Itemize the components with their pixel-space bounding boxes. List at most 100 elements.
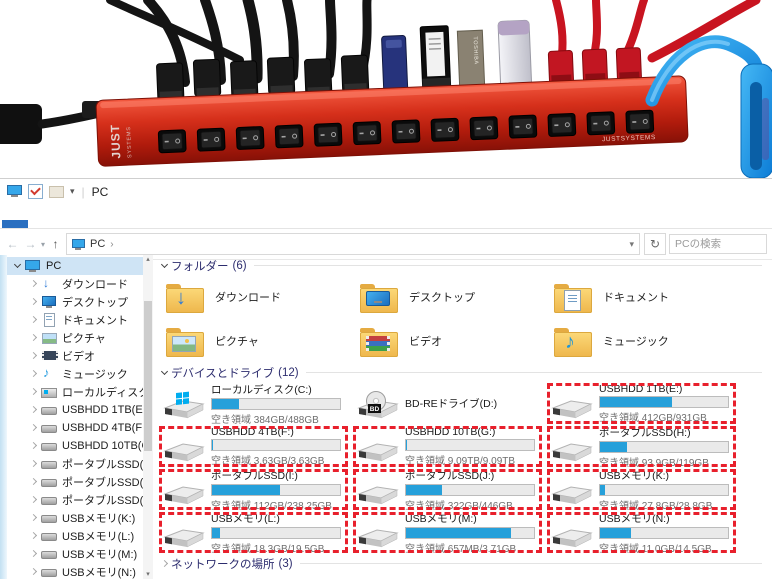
drive-tile[interactable]: ポータブルSSD(J:) 空き領域 322GB/446GB bbox=[353, 468, 547, 512]
recent-locations-caret-icon[interactable]: ▾ bbox=[41, 240, 45, 249]
drive-tile[interactable]: USBメモリ(N:) 空き領域 11.0GB/14.5GB bbox=[547, 511, 741, 555]
capacity-bar bbox=[405, 439, 535, 451]
drive-tile[interactable]: USBメモリ(M:) 空き領域 657MB/3.71GB bbox=[353, 511, 547, 555]
address-dropdown-icon[interactable]: ▾ bbox=[629, 239, 634, 250]
ribbon-tab[interactable] bbox=[2, 220, 28, 228]
drive-info: USBメモリ(M:) 空き領域 657MB/3.71GB bbox=[405, 511, 535, 555]
drive-icon bbox=[551, 442, 593, 461]
drive-tile[interactable]: BD BD-REドライブ(D:) bbox=[353, 382, 547, 425]
music-icon bbox=[41, 366, 57, 381]
sidebar-scrollbar[interactable]: ▴ ▾ bbox=[143, 255, 153, 579]
folder-tile[interactable]: ピクチャ bbox=[159, 319, 353, 363]
sidebar-item[interactable]: USBHDD 10TB(G:) bbox=[7, 437, 153, 455]
sidebar-item[interactable]: ローカルディスク(C:) bbox=[7, 383, 153, 401]
chevron-icon[interactable] bbox=[28, 386, 40, 398]
drive-name: ポータブルSSD(H:) bbox=[599, 426, 691, 439]
chevron-icon[interactable] bbox=[28, 350, 40, 362]
items-pane: フォルダー (6) ダウンロード bbox=[153, 255, 772, 579]
sidebar-item[interactable]: ミュージック bbox=[7, 365, 153, 383]
up-icon[interactable]: ↑ bbox=[48, 237, 63, 251]
group-rule bbox=[299, 563, 762, 564]
chevron-icon[interactable] bbox=[28, 548, 40, 560]
sidebar-item[interactable]: ドキュメント bbox=[7, 311, 153, 329]
sidebar-item[interactable]: USBメモリ(L:) bbox=[7, 527, 153, 545]
folder-tile[interactable]: デスクトップ bbox=[353, 275, 547, 319]
drive-tile[interactable]: USBHDD 4TB(F:) 空き領域 3.63GB/3.63GB bbox=[159, 425, 353, 468]
chevron-icon[interactable] bbox=[28, 476, 40, 488]
chevron-icon[interactable] bbox=[28, 278, 40, 290]
drive-tile[interactable]: ポータブルSSD(I:) 空き領域 112GB/238.25GB bbox=[159, 468, 353, 512]
sidebar-item[interactable]: PC bbox=[7, 257, 153, 275]
sidebar-item[interactable]: USBメモリ(N:) bbox=[7, 563, 153, 579]
chevron-icon[interactable] bbox=[28, 458, 40, 470]
sidebar-item[interactable]: ポータブルSSD(H:) bbox=[7, 455, 153, 473]
back-icon[interactable]: ← bbox=[5, 237, 20, 251]
drive-tile[interactable]: ポータブルSSD(H:) 空き領域 93.9GB/119GB bbox=[547, 425, 741, 469]
sidebar-item[interactable]: USBメモリ(K:) bbox=[7, 509, 153, 527]
chevron-icon[interactable] bbox=[159, 260, 171, 272]
drive-tile[interactable]: ローカルディスク(C:) 空き領域 384GB/488GB bbox=[159, 382, 353, 426]
drive-icon bbox=[163, 442, 205, 461]
scroll-up-icon[interactable]: ▴ bbox=[143, 255, 153, 265]
address-field[interactable]: PC › ▾ bbox=[66, 233, 640, 255]
quick-access-check-icon[interactable] bbox=[28, 184, 43, 199]
chevron-icon[interactable] bbox=[28, 404, 40, 416]
chevron-icon[interactable] bbox=[159, 367, 171, 379]
folder-tile[interactable]: ミュージック bbox=[547, 319, 741, 363]
forward-icon[interactable]: → bbox=[23, 237, 38, 251]
chevron-icon[interactable] bbox=[12, 260, 24, 272]
sidebar-item[interactable]: ビデオ bbox=[7, 347, 153, 365]
drive-tile[interactable]: USBメモリ(L:) 空き領域 18.3GB/19.5GB bbox=[159, 511, 353, 555]
capacity-bar-fill bbox=[600, 527, 631, 538]
chevron-icon[interactable] bbox=[28, 296, 40, 308]
chevron-icon[interactable] bbox=[28, 566, 40, 578]
usb-icon bbox=[41, 511, 57, 525]
chevron-icon[interactable] bbox=[159, 558, 171, 570]
drive-name: USBメモリ(M:) bbox=[405, 512, 477, 525]
folder-tile[interactable]: ドキュメント bbox=[547, 275, 741, 319]
ribbon-tab[interactable] bbox=[54, 220, 80, 228]
chevron-icon[interactable] bbox=[28, 368, 40, 380]
sidebar-item[interactable]: USBHDD 4TB(F:) bbox=[7, 419, 153, 437]
search-input[interactable] bbox=[669, 234, 767, 254]
group-header-network[interactable]: ネットワークの場所 (3) bbox=[159, 556, 762, 571]
ribbon-tab[interactable] bbox=[28, 220, 54, 228]
scroll-down-icon[interactable]: ▾ bbox=[143, 570, 153, 579]
refresh-icon[interactable]: ↻ bbox=[644, 233, 666, 255]
folder-tile[interactable]: ビデオ bbox=[353, 319, 547, 363]
sidebar-item[interactable]: デスクトップ bbox=[7, 293, 153, 311]
sidebar-item[interactable]: USBメモリ(M:) bbox=[7, 545, 153, 563]
group-header-folders[interactable]: フォルダー (6) bbox=[159, 258, 762, 273]
quick-access-folder-icon[interactable] bbox=[49, 185, 64, 198]
sidebar-item[interactable]: ダウンロード bbox=[7, 275, 153, 293]
chevron-icon[interactable] bbox=[28, 314, 40, 326]
sidebar-item[interactable]: ピクチャ bbox=[7, 329, 153, 347]
download-icon bbox=[41, 276, 57, 291]
group-rule bbox=[305, 372, 762, 373]
drive-info: ポータブルSSD(I:) 空き領域 112GB/238.25GB bbox=[211, 468, 341, 512]
breadcrumb[interactable]: PC bbox=[90, 238, 105, 250]
drive-icon bbox=[551, 528, 593, 547]
chevron-icon[interactable] bbox=[28, 440, 40, 452]
drive-info: BD-REドライブ(D:) bbox=[405, 396, 497, 411]
group-rule bbox=[253, 265, 762, 266]
scrollbar-thumb[interactable] bbox=[144, 301, 152, 451]
sidebar-item[interactable]: USBHDD 1TB(E:) bbox=[7, 401, 153, 419]
chevron-icon[interactable] bbox=[28, 332, 40, 344]
sidebar-item[interactable]: ポータブルSSD(J:) bbox=[7, 491, 153, 509]
sidebar-item-label: ポータブルSSD(J:) bbox=[62, 495, 153, 507]
chevron-icon[interactable] bbox=[28, 494, 40, 506]
group-header-devices[interactable]: デバイスとドライブ (12) bbox=[159, 365, 762, 380]
screenshot-root: TOSHIBA JUST SYSTEMS JUSTSYSTEMS ▾ | PC … bbox=[0, 0, 772, 579]
drive-tile[interactable]: USBメモリ(K:) 空き領域 27.8GB/28.8GB bbox=[547, 468, 741, 512]
chevron-icon[interactable] bbox=[28, 512, 40, 524]
quick-access-caret-icon[interactable]: ▾ bbox=[70, 186, 75, 197]
capacity-bar-fill bbox=[212, 440, 214, 450]
folder-tile[interactable]: ダウンロード bbox=[159, 275, 353, 319]
folder-label: ドキュメント bbox=[603, 292, 669, 304]
chevron-icon[interactable] bbox=[28, 530, 40, 542]
sidebar-item[interactable]: ポータブルSSD(I:) bbox=[7, 473, 153, 491]
chevron-icon[interactable] bbox=[28, 422, 40, 434]
drive-tile[interactable]: USBHDD 10TB(G:) 空き領域 9.09TB/9.09TB bbox=[353, 425, 547, 468]
drive-tile[interactable]: USBHDD 1TB(E:) 空き領域 412GB/931GB bbox=[547, 382, 741, 425]
